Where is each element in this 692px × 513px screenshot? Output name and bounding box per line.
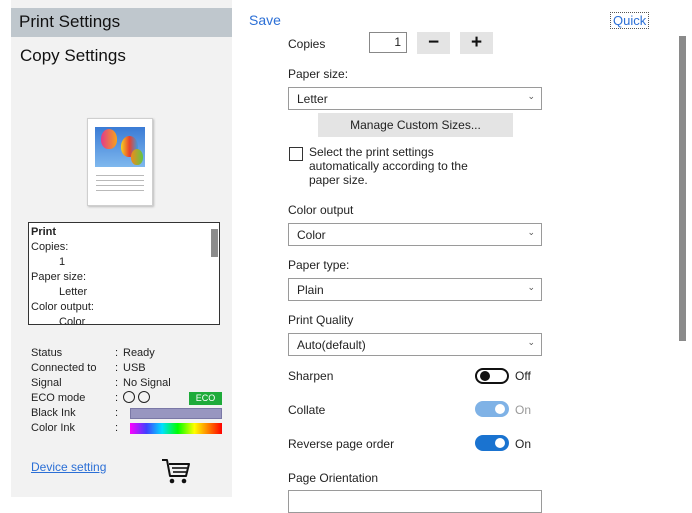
copies-decrement-button[interactable]: − [417,32,450,54]
collate-label: Collate [288,403,326,417]
status-value: Ready [123,347,155,359]
sharpen-state: Off [515,369,531,383]
connected-value: USB [123,362,146,374]
sharpen-label: Sharpen [288,369,334,383]
page-preview [87,118,153,206]
summary-line: Paper size: [31,271,87,283]
eco-circle-icon [123,391,135,403]
status-label: Status [31,347,63,359]
settings-summary-box[interactable]: Print Copies: 1 Paper size: Letter Color… [28,222,220,325]
settings-panel: Save Quick Copies 1 − + Paper size: Lett… [232,0,692,513]
summary-line: Color output: [31,301,94,313]
page-orientation-label: Page Orientation [288,471,379,485]
eco-mode-indicators [123,391,153,406]
copies-increment-button[interactable]: + [460,32,493,54]
save-link[interactable]: Save [249,12,281,28]
black-ink-label: Black Ink [31,407,76,419]
collate-toggle[interactable] [475,401,509,417]
chevron-down-icon: ⌄ [527,91,535,101]
device-setting-link[interactable]: Device setting [31,460,106,474]
black-ink-level-bar [130,408,222,419]
color-output-label: Color output [288,203,354,217]
balloon-photo-icon [95,127,145,167]
auto-select-label: Select the print settings automatically … [309,145,468,187]
summary-line: Color [59,316,86,325]
paper-size-label: Paper size: [288,67,349,81]
reverse-page-order-state: On [515,437,532,451]
paper-type-label: Paper type: [288,258,350,272]
print-settings-title: Print Settings [19,12,121,31]
left-panel: Print Settings Copy Settings Print Copie… [11,0,232,497]
eco-badge: ECO [189,392,222,405]
copies-input[interactable]: 1 [369,32,407,53]
color-ink-label: Color Ink [31,422,76,434]
chevron-down-icon: ⌄ [527,227,535,237]
print-settings-header: Print Settings [11,8,232,37]
chevron-down-icon: ⌄ [527,337,535,347]
reverse-page-order-toggle[interactable] [475,435,509,451]
eco-mode-label: ECO mode [31,392,86,404]
summary-scrollbar[interactable] [211,229,218,257]
print-quality-label: Print Quality [288,313,354,327]
signal-label: Signal [31,377,62,389]
summary-line: Letter [59,286,88,298]
signal-value: No Signal [123,377,171,389]
auto-select-checkbox[interactable] [289,147,303,161]
sharpen-toggle[interactable] [475,368,509,384]
copy-settings-title: Copy Settings [20,46,126,65]
summary-line: Copies: [31,241,69,253]
print-quality-select[interactable]: Auto(default) ⌄ [288,333,542,356]
paper-type-select[interactable]: Plain ⌄ [288,278,542,301]
manage-custom-sizes-button[interactable]: Manage Custom Sizes... [318,113,513,137]
collate-state: On [515,403,532,417]
quick-link[interactable]: Quick [610,12,650,29]
copies-label: Copies [288,37,326,51]
chevron-down-icon: ⌄ [527,282,535,292]
color-ink-level-bar [130,423,222,434]
page-orientation-select[interactable] [288,490,542,513]
settings-scrollbar[interactable] [679,36,686,341]
connected-label: Connected to [31,362,97,374]
eco-circle-icon [138,391,150,403]
color-output-select[interactable]: Color ⌄ [288,223,542,246]
summary-line: 1 [59,256,66,268]
reverse-page-order-label: Reverse page order [288,437,395,451]
summary-heading: Print [31,226,57,238]
shopping-cart-icon[interactable] [159,454,193,486]
paper-size-select[interactable]: Letter ⌄ [288,87,542,110]
